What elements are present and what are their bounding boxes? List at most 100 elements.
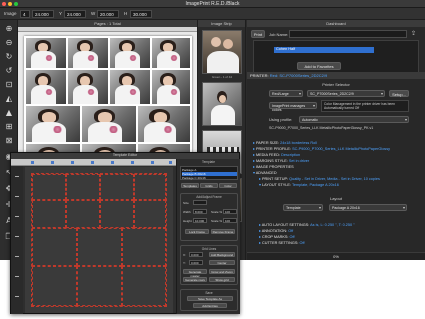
save-box-title: Save [205,291,213,295]
photo-frame[interactable] [68,70,108,104]
template-ruler [11,159,176,166]
tab-color[interactable]: Color [219,183,237,188]
rotate-icon[interactable]: ↻ [3,50,15,62]
template-cell[interactable] [134,174,166,200]
template-side-panel: Template Package A Package B 20x16 Packa… [176,159,240,314]
template-cell[interactable] [134,200,166,228]
layout-package-select[interactable]: Package A 20x16 [329,204,407,211]
image-number-field[interactable]: 4 [20,10,30,18]
save-box: Save Save Template As Add Entries [180,289,238,311]
photo-frame[interactable] [26,38,66,68]
template-cell[interactable] [66,200,100,228]
setting-auto-layout[interactable]: ▸ AUTO LAYOUT SETTINGS: As is, L: 0.250 … [259,222,355,227]
photo-frame[interactable] [68,38,108,68]
grow-zoom-button[interactable]: Grow and Zoom [209,269,235,274]
window-title: ImagePrint R.E.D./Black [185,1,240,7]
photo-frame[interactable] [152,70,190,104]
strip-thumbnail[interactable] [202,30,242,74]
width-field[interactable]: 8.000 [193,209,207,214]
print-button[interactable]: Print [251,30,265,38]
h-field[interactable]: 30.000 [130,10,152,18]
height-label: Height [183,219,192,223]
template-cell[interactable] [32,266,77,306]
template-cell[interactable] [100,200,134,228]
fit-icon[interactable]: ⊞ [3,120,15,132]
scale-field[interactable]: 100 [223,209,237,214]
template-list-item[interactable]: Package C 20x16 [182,176,206,180]
progress-text: 0% [333,254,339,259]
remove-frame-button[interactable]: Remove Frame [211,229,235,234]
add-entries-button[interactable]: Add Entries [193,303,227,308]
photo-frame[interactable] [110,70,150,104]
crop-icon[interactable]: ⊡ [3,78,15,90]
strip-thumbnail[interactable] [202,82,242,126]
pages-panel-title: Pages : 1 Total [18,20,197,27]
setting-crop-marks[interactable]: ▸ CROP MARKS: Off [259,234,295,239]
lock-frame-button[interactable]: Lock Frame [185,229,209,234]
photo-frame[interactable] [26,106,80,142]
template-cell[interactable] [122,266,166,306]
photo-frame[interactable] [152,38,190,68]
grid-lines-box: Grid Lines X: 0.000 Add Background Y: 0.… [180,245,238,285]
x-field[interactable]: 0.000 [189,252,203,257]
template-side-title: Template [202,160,215,164]
printer-type-select[interactable]: Red/Large [269,90,303,97]
template-canvas[interactable] [25,167,173,313]
tab-templates[interactable]: Templates [181,183,199,188]
setting-print-setup[interactable]: ▸ PRINT SETUP: Quality - Set in Driver, … [259,176,380,181]
y-field[interactable]: 24.000 [64,10,86,18]
setting-margins-style[interactable]: ▸ MARGINS STYLE: Set in driver [253,158,309,163]
w-field[interactable]: 20.000 [97,10,119,18]
fill-icon[interactable]: ▲ [3,106,15,118]
add-to-favorites-button[interactable]: Add to Favorites [297,62,341,70]
setting-annotation[interactable]: ▸ ANNOTATION: Off [259,228,293,233]
setting-image-properties[interactable]: ▸ IMAGE PROPERTIES [253,164,294,169]
zoom-in-icon[interactable]: ⊕ [3,22,15,34]
setting-layout-style[interactable]: ▾ LAYOUT STYLE: Template, Package A 20x1… [259,182,339,187]
setting-printer-profile[interactable]: ▸ PRINTER PROFILE: SC-P9000_P7000_Series… [253,146,390,151]
setup-button[interactable]: Setup... [389,90,409,97]
photo-frame[interactable] [138,106,190,142]
zoom-out-icon[interactable]: ⊖ [3,36,15,48]
save-template-button[interactable]: Save Template As [187,296,233,301]
printer-section-header[interactable]: PRINTER: Red: SC-P7000Series_2D2C2/9 [247,72,425,79]
setting-media-feed[interactable]: ▸ MEDIA FEED: Description [253,152,300,157]
color-management-select[interactable]: ImagePrint manages colors [269,102,317,112]
generate-master-button[interactable]: Generate master [183,269,207,278]
template-cell[interactable] [32,200,66,228]
template-cell[interactable] [77,228,122,266]
share-icon[interactable]: ⇪ [411,30,416,37]
printer-model-select[interactable]: SC_P7000Series_2D2C2/9 [307,90,385,97]
templates-list: Package A Package B 20x16 Package C 20x1… [180,166,238,180]
template-cell[interactable] [66,174,100,200]
setting-cutter[interactable]: ▸ CUTTER SETTINGS: Off [259,240,305,245]
grid-icon[interactable]: ⊠ [3,134,15,146]
flip-icon[interactable]: ◭ [3,92,15,104]
y-field[interactable]: 0.000 [189,260,203,265]
using-profile-select[interactable]: Automatic [299,116,409,123]
size-field[interactable] [193,200,207,205]
template-cell[interactable] [77,266,122,306]
job-name-field[interactable] [289,30,407,38]
scale-field-2[interactable]: 100 [223,218,237,223]
template-cell[interactable] [122,228,166,266]
setting-paper-size[interactable]: ▸ PAPER SIZE: 24x18 borderless Roll [253,140,317,145]
generate-rows-button[interactable]: Generate rows [183,277,207,282]
tab-grids[interactable]: Grids [200,183,218,188]
center-button[interactable]: Center [209,260,235,265]
setting-advanced[interactable]: ▾ ADVANCED [253,170,277,175]
template-cell[interactable] [32,228,77,266]
photo-frame[interactable] [82,106,136,142]
photo-frame[interactable] [26,70,66,104]
template-cell[interactable] [32,174,66,200]
photo-frame[interactable] [110,38,150,68]
rotate-left-icon[interactable]: ↺ [3,64,15,76]
height-field[interactable]: 10.000 [193,218,207,223]
job-list-item[interactable]: Cohen Half [274,47,374,53]
layout-type-select[interactable]: Template [283,204,323,211]
x-field[interactable]: 24.000 [32,10,54,18]
show-grid-button[interactable]: Show grid [209,277,235,282]
template-grid [31,173,167,307]
add-background-button[interactable]: Add Background [209,252,235,257]
template-cell[interactable] [100,174,134,200]
